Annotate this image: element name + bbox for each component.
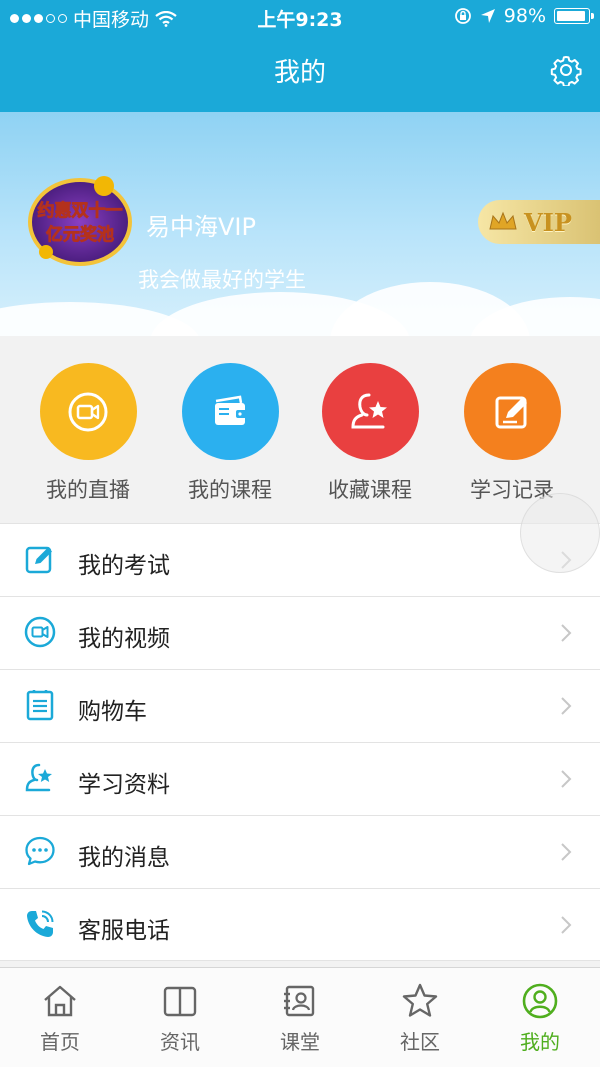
tab-news[interactable]: 资讯 <box>120 982 240 1055</box>
quick-label: 我的直播 <box>46 478 130 502</box>
video-camera-icon <box>24 616 56 648</box>
chevron-right-icon <box>561 916 572 934</box>
chevron-right-icon <box>561 697 572 715</box>
tab-label: 课堂 <box>280 1030 320 1054</box>
star-person-icon <box>25 763 52 792</box>
video-camera-icon <box>39 363 137 460</box>
tab-classroom[interactable]: 课堂 <box>240 982 360 1055</box>
vip-badge[interactable]: VIP <box>478 200 600 244</box>
menu-item-label: 购物车 <box>78 699 147 725</box>
menu-item-study-materials[interactable]: 学习资料 <box>0 742 600 815</box>
user-circle-icon <box>522 983 558 1019</box>
header-bar: 中国移动 上午9:23 98% 我的 <box>0 0 600 112</box>
tab-label: 社区 <box>400 1030 440 1054</box>
phone-icon <box>27 910 54 937</box>
profile-motto: 我会做最好的学生 <box>138 268 306 292</box>
menu-item-label: 我的考试 <box>78 553 170 579</box>
star-person-icon <box>321 363 419 460</box>
list-icon <box>26 690 54 721</box>
book-icon <box>163 986 197 1017</box>
quick-my-courses[interactable]: 我的课程 <box>160 363 300 504</box>
menu-item-my-messages[interactable]: 我的消息 <box>0 815 600 888</box>
star-icon <box>402 983 438 1017</box>
chevron-right-icon <box>561 843 572 861</box>
chevron-right-icon <box>561 770 572 788</box>
status-right: 98% <box>454 5 594 27</box>
tab-home[interactable]: 首页 <box>0 982 120 1055</box>
menu-list: 我的考试 我的视频 购物车 学习资料 我的消息 客服电话 <box>0 523 600 961</box>
edit-icon <box>463 363 561 460</box>
vip-badge-label: VIP <box>524 207 572 237</box>
wallet-icon <box>181 363 279 460</box>
tab-label: 我的 <box>520 1030 560 1054</box>
rotation-lock-icon <box>454 8 471 24</box>
quick-label: 我的课程 <box>188 478 272 502</box>
tab-label: 资讯 <box>160 1030 200 1054</box>
chat-bubble-icon <box>25 836 55 866</box>
tab-mine[interactable]: 我的 <box>480 982 600 1055</box>
quick-study-record[interactable]: 学习记录 <box>442 363 582 504</box>
profile-name: 易中海VIP <box>146 213 256 241</box>
quick-label: 收藏课程 <box>328 478 412 502</box>
status-bar: 中国移动 上午9:23 98% <box>0 0 600 34</box>
edit-icon <box>25 546 52 574</box>
gear-icon[interactable] <box>550 54 582 86</box>
tab-bar: 首页 资讯 课堂 社区 我的 <box>0 967 600 1067</box>
tab-label: 首页 <box>40 1030 80 1054</box>
classroom-icon <box>284 985 315 1017</box>
page-title: 我的 <box>273 58 326 88</box>
battery-percent: 98% <box>503 5 546 27</box>
avatar[interactable]: 约惠双十一 亿元奖池 <box>26 172 134 268</box>
menu-item-label: 客服电话 <box>78 918 170 944</box>
assistive-touch-button[interactable] <box>520 493 600 573</box>
home-icon <box>44 985 76 1017</box>
menu-item-my-exam[interactable]: 我的考试 <box>0 523 600 596</box>
svg-text:亿元奖池: 亿元奖池 <box>46 224 114 245</box>
menu-item-cart[interactable]: 购物车 <box>0 669 600 742</box>
quick-favorites[interactable]: 收藏课程 <box>300 363 440 504</box>
crown-icon <box>489 211 517 230</box>
tab-community[interactable]: 社区 <box>360 982 480 1055</box>
menu-item-label: 学习资料 <box>78 772 170 798</box>
chevron-right-icon <box>561 624 572 642</box>
location-arrow-icon <box>480 9 495 23</box>
quick-actions: 我的直播 我的课程 收藏课程 学习记录 <box>0 336 600 523</box>
menu-item-label: 我的视频 <box>78 626 170 652</box>
svg-text:约惠双十一: 约惠双十一 <box>38 200 123 221</box>
menu-item-customer-service[interactable]: 客服电话 <box>0 888 600 961</box>
quick-my-live[interactable]: 我的直播 <box>18 363 158 504</box>
battery-icon <box>554 8 594 24</box>
menu-item-label: 我的消息 <box>78 845 170 871</box>
menu-item-my-video[interactable]: 我的视频 <box>0 596 600 669</box>
profile-banner: 约惠双十一 亿元奖池 易中海VIP 我会做最好的学生 VIP <box>0 112 600 336</box>
